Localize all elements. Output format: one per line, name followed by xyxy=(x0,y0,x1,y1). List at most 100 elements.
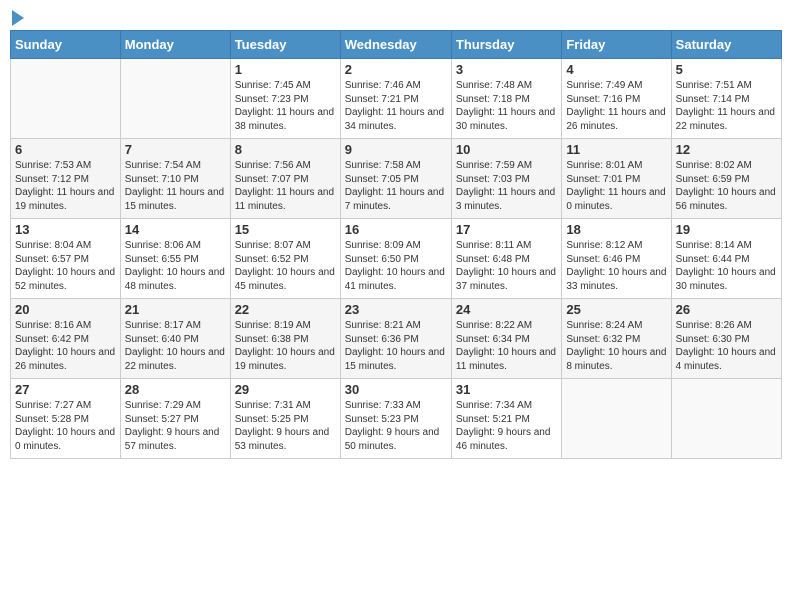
cell-text: Sunrise: 7:49 AMSunset: 7:16 PMDaylight:… xyxy=(566,80,665,132)
calendar-cell: 16 Sunrise: 8:09 AMSunset: 6:50 PMDaylig… xyxy=(340,219,451,299)
cell-text: Sunrise: 8:11 AMSunset: 6:48 PMDaylight:… xyxy=(456,240,556,292)
calendar-week-row: 1 Sunrise: 7:45 AMSunset: 7:23 PMDayligh… xyxy=(11,59,782,139)
calendar-cell: 30 Sunrise: 7:33 AMSunset: 5:23 PMDaylig… xyxy=(340,379,451,459)
calendar-cell: 10 Sunrise: 7:59 AMSunset: 7:03 PMDaylig… xyxy=(451,139,561,219)
day-number: 23 xyxy=(345,302,447,317)
cell-text: Sunrise: 7:58 AMSunset: 7:05 PMDaylight:… xyxy=(345,160,444,212)
cell-text: Sunrise: 7:48 AMSunset: 7:18 PMDaylight:… xyxy=(456,80,555,132)
cell-text: Sunrise: 8:22 AMSunset: 6:34 PMDaylight:… xyxy=(456,320,556,372)
cell-text: Sunrise: 8:09 AMSunset: 6:50 PMDaylight:… xyxy=(345,240,445,292)
cell-text: Sunrise: 7:59 AMSunset: 7:03 PMDaylight:… xyxy=(456,160,555,212)
calendar-cell: 18 Sunrise: 8:12 AMSunset: 6:46 PMDaylig… xyxy=(562,219,671,299)
day-number: 17 xyxy=(456,222,557,237)
calendar-cell: 14 Sunrise: 8:06 AMSunset: 6:55 PMDaylig… xyxy=(120,219,230,299)
calendar-cell xyxy=(120,59,230,139)
day-header-monday: Monday xyxy=(120,31,230,59)
day-number: 24 xyxy=(456,302,557,317)
calendar-cell: 4 Sunrise: 7:49 AMSunset: 7:16 PMDayligh… xyxy=(562,59,671,139)
day-header-tuesday: Tuesday xyxy=(230,31,340,59)
cell-text: Sunrise: 7:34 AMSunset: 5:21 PMDaylight:… xyxy=(456,400,551,452)
day-number: 26 xyxy=(676,302,777,317)
day-number: 27 xyxy=(15,382,116,397)
day-number: 13 xyxy=(15,222,116,237)
cell-text: Sunrise: 8:01 AMSunset: 7:01 PMDaylight:… xyxy=(566,160,665,212)
page-header xyxy=(10,10,782,22)
cell-text: Sunrise: 7:45 AMSunset: 7:23 PMDaylight:… xyxy=(235,80,334,132)
calendar-cell: 7 Sunrise: 7:54 AMSunset: 7:10 PMDayligh… xyxy=(120,139,230,219)
calendar-cell: 27 Sunrise: 7:27 AMSunset: 5:28 PMDaylig… xyxy=(11,379,121,459)
cell-text: Sunrise: 8:06 AMSunset: 6:55 PMDaylight:… xyxy=(125,240,225,292)
cell-text: Sunrise: 7:54 AMSunset: 7:10 PMDaylight:… xyxy=(125,160,224,212)
cell-text: Sunrise: 7:31 AMSunset: 5:25 PMDaylight:… xyxy=(235,400,330,452)
calendar-cell: 12 Sunrise: 8:02 AMSunset: 6:59 PMDaylig… xyxy=(671,139,781,219)
cell-text: Sunrise: 8:02 AMSunset: 6:59 PMDaylight:… xyxy=(676,160,776,212)
cell-text: Sunrise: 8:14 AMSunset: 6:44 PMDaylight:… xyxy=(676,240,776,292)
day-number: 11 xyxy=(566,142,666,157)
day-number: 6 xyxy=(15,142,116,157)
day-number: 21 xyxy=(125,302,226,317)
calendar-cell: 3 Sunrise: 7:48 AMSunset: 7:18 PMDayligh… xyxy=(451,59,561,139)
calendar-cell: 6 Sunrise: 7:53 AMSunset: 7:12 PMDayligh… xyxy=(11,139,121,219)
cell-text: Sunrise: 8:17 AMSunset: 6:40 PMDaylight:… xyxy=(125,320,225,372)
calendar-cell: 13 Sunrise: 8:04 AMSunset: 6:57 PMDaylig… xyxy=(11,219,121,299)
day-number: 8 xyxy=(235,142,336,157)
day-number: 16 xyxy=(345,222,447,237)
day-header-sunday: Sunday xyxy=(11,31,121,59)
cell-text: Sunrise: 8:21 AMSunset: 6:36 PMDaylight:… xyxy=(345,320,445,372)
logo-arrow-icon xyxy=(12,10,24,26)
calendar-cell: 9 Sunrise: 7:58 AMSunset: 7:05 PMDayligh… xyxy=(340,139,451,219)
cell-text: Sunrise: 8:19 AMSunset: 6:38 PMDaylight:… xyxy=(235,320,335,372)
calendar-week-row: 6 Sunrise: 7:53 AMSunset: 7:12 PMDayligh… xyxy=(11,139,782,219)
day-number: 14 xyxy=(125,222,226,237)
logo xyxy=(10,10,24,22)
calendar-cell: 2 Sunrise: 7:46 AMSunset: 7:21 PMDayligh… xyxy=(340,59,451,139)
cell-text: Sunrise: 7:56 AMSunset: 7:07 PMDaylight:… xyxy=(235,160,334,212)
cell-text: Sunrise: 8:07 AMSunset: 6:52 PMDaylight:… xyxy=(235,240,335,292)
cell-text: Sunrise: 7:29 AMSunset: 5:27 PMDaylight:… xyxy=(125,400,220,452)
day-number: 30 xyxy=(345,382,447,397)
calendar-cell xyxy=(562,379,671,459)
calendar-cell: 15 Sunrise: 8:07 AMSunset: 6:52 PMDaylig… xyxy=(230,219,340,299)
day-number: 19 xyxy=(676,222,777,237)
day-header-thursday: Thursday xyxy=(451,31,561,59)
calendar-cell xyxy=(671,379,781,459)
cell-text: Sunrise: 7:33 AMSunset: 5:23 PMDaylight:… xyxy=(345,400,440,452)
calendar-cell: 31 Sunrise: 7:34 AMSunset: 5:21 PMDaylig… xyxy=(451,379,561,459)
cell-text: Sunrise: 7:53 AMSunset: 7:12 PMDaylight:… xyxy=(15,160,114,212)
cell-text: Sunrise: 8:26 AMSunset: 6:30 PMDaylight:… xyxy=(676,320,776,372)
calendar-cell: 8 Sunrise: 7:56 AMSunset: 7:07 PMDayligh… xyxy=(230,139,340,219)
day-number: 28 xyxy=(125,382,226,397)
day-header-saturday: Saturday xyxy=(671,31,781,59)
calendar-cell: 19 Sunrise: 8:14 AMSunset: 6:44 PMDaylig… xyxy=(671,219,781,299)
calendar-cell: 29 Sunrise: 7:31 AMSunset: 5:25 PMDaylig… xyxy=(230,379,340,459)
day-number: 4 xyxy=(566,62,666,77)
calendar-cell: 11 Sunrise: 8:01 AMSunset: 7:01 PMDaylig… xyxy=(562,139,671,219)
day-number: 18 xyxy=(566,222,666,237)
day-number: 2 xyxy=(345,62,447,77)
calendar-cell: 25 Sunrise: 8:24 AMSunset: 6:32 PMDaylig… xyxy=(562,299,671,379)
cell-text: Sunrise: 7:51 AMSunset: 7:14 PMDaylight:… xyxy=(676,80,775,132)
calendar-cell: 5 Sunrise: 7:51 AMSunset: 7:14 PMDayligh… xyxy=(671,59,781,139)
day-number: 31 xyxy=(456,382,557,397)
calendar-cell: 28 Sunrise: 7:29 AMSunset: 5:27 PMDaylig… xyxy=(120,379,230,459)
calendar-cell: 20 Sunrise: 8:16 AMSunset: 6:42 PMDaylig… xyxy=(11,299,121,379)
cell-text: Sunrise: 8:24 AMSunset: 6:32 PMDaylight:… xyxy=(566,320,666,372)
calendar-header-row: SundayMondayTuesdayWednesdayThursdayFrid… xyxy=(11,31,782,59)
calendar-cell: 17 Sunrise: 8:11 AMSunset: 6:48 PMDaylig… xyxy=(451,219,561,299)
calendar-week-row: 13 Sunrise: 8:04 AMSunset: 6:57 PMDaylig… xyxy=(11,219,782,299)
day-number: 3 xyxy=(456,62,557,77)
day-number: 22 xyxy=(235,302,336,317)
cell-text: Sunrise: 8:16 AMSunset: 6:42 PMDaylight:… xyxy=(15,320,115,372)
calendar-cell: 23 Sunrise: 8:21 AMSunset: 6:36 PMDaylig… xyxy=(340,299,451,379)
cell-text: Sunrise: 8:04 AMSunset: 6:57 PMDaylight:… xyxy=(15,240,115,292)
calendar-table: SundayMondayTuesdayWednesdayThursdayFrid… xyxy=(10,30,782,459)
day-number: 15 xyxy=(235,222,336,237)
day-number: 10 xyxy=(456,142,557,157)
calendar-cell: 1 Sunrise: 7:45 AMSunset: 7:23 PMDayligh… xyxy=(230,59,340,139)
calendar-cell: 21 Sunrise: 8:17 AMSunset: 6:40 PMDaylig… xyxy=(120,299,230,379)
calendar-week-row: 20 Sunrise: 8:16 AMSunset: 6:42 PMDaylig… xyxy=(11,299,782,379)
cell-text: Sunrise: 7:27 AMSunset: 5:28 PMDaylight:… xyxy=(15,400,115,452)
day-number: 29 xyxy=(235,382,336,397)
day-number: 1 xyxy=(235,62,336,77)
day-header-wednesday: Wednesday xyxy=(340,31,451,59)
